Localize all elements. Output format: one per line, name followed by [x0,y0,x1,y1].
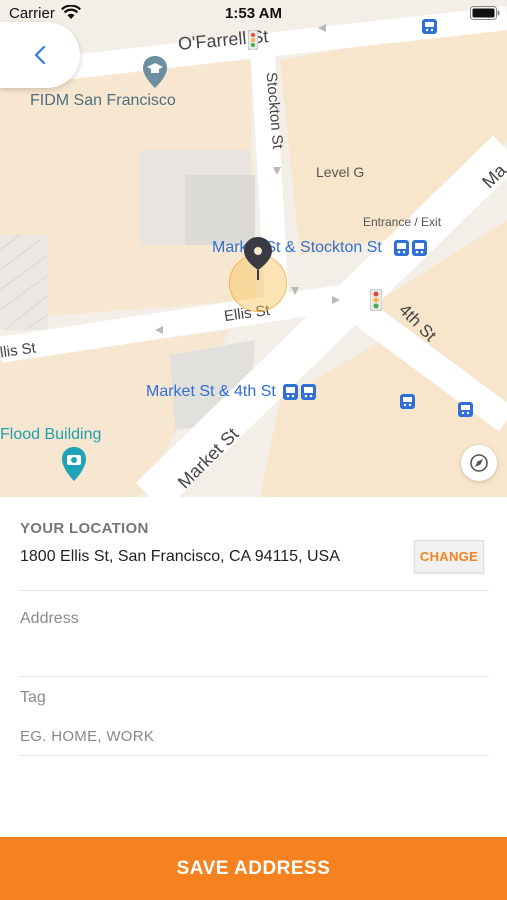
traffic-light-icon [247,29,259,55]
status-bar: Carrier 1:53 AM [0,0,507,28]
address-form: YOUR LOCATION 1800 Ellis St, San Francis… [0,497,507,837]
your-location-heading: YOUR LOCATION [20,520,149,537]
school-icon [142,55,168,94]
place-level-g: Level G [316,164,365,180]
transit-icon [394,240,428,261]
place-fidm[interactable]: FIDM San Francisco [30,92,176,110]
address-input[interactable] [20,642,489,666]
status-time: 1:53 AM [225,5,282,22]
location-pin-icon[interactable] [243,236,273,282]
place-flood-building[interactable]: Flood Building [0,426,101,444]
back-button[interactable] [0,22,80,88]
battery-icon [470,6,500,20]
change-location-button[interactable]: CHANGE [414,540,484,573]
bus-stop-icon [458,402,473,422]
save-address-button[interactable]: SAVE ADDRESS [0,837,507,900]
transit-stop-market-4th[interactable]: Market St & 4th St [146,383,276,401]
address-label: Address [20,610,79,627]
transit-icon [283,384,317,405]
divider [20,755,489,756]
compass-icon [470,454,488,472]
map-view[interactable]: O'Farrell St Stockton St Ellis St llis S… [0,0,507,497]
chevron-left-icon [34,45,46,65]
tag-label: Tag [20,689,46,706]
place-entrance-exit: Entrance / Exit [363,215,442,229]
divider [20,676,489,677]
traffic-light-icon [369,288,383,316]
camera-poi-icon [61,446,87,487]
current-location-address: 1800 Ellis St, San Francisco, CA 94115, … [20,548,340,565]
transit-stop-market-stockton[interactable]: Market St & Stockton St [212,239,382,257]
compass-button[interactable] [461,445,497,481]
divider [20,590,489,591]
tag-input[interactable] [20,724,489,748]
bus-stop-icon [400,394,415,414]
